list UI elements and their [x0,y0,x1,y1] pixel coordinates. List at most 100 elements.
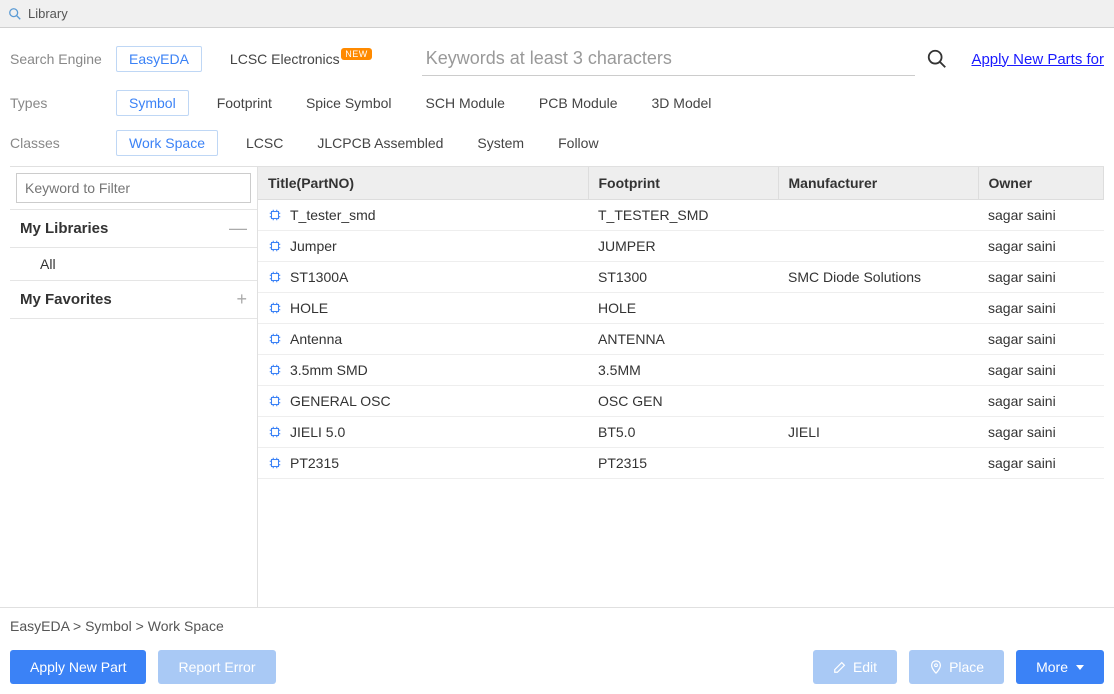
search-input[interactable] [422,42,916,76]
chip-icon [268,270,282,284]
table-row[interactable]: GENERAL OSC OSC GEN sagar saini [258,386,1104,417]
new-badge: NEW [341,48,372,60]
title-bar: Library [0,0,1114,28]
table-row[interactable]: AntennaANTENNAsagar saini [258,324,1104,355]
table-row[interactable]: ST1300AST1300SMC Diode Solutionssagar sa… [258,262,1104,293]
part-manufacturer [778,386,978,417]
part-footprint: T_TESTER_SMD [588,200,778,231]
apply-new-part-button[interactable]: Apply New Part [10,650,146,684]
place-label: Place [949,659,984,675]
type-spice-symbol[interactable]: Spice Symbol [300,91,398,115]
class-jlcpcb[interactable]: JLCPCB Assembled [311,131,449,155]
search-icon [8,7,22,21]
type-symbol[interactable]: Symbol [116,90,189,116]
part-footprint: ST1300 [588,262,778,293]
breadcrumb: EasyEDA > Symbol > Work Space [0,607,1114,644]
types-row: Types Symbol Footprint Spice Symbol SCH … [10,90,1104,116]
search-button[interactable] [923,45,951,73]
part-title: PT2315 [290,455,339,471]
sidebar-my-libraries-label: My Libraries [20,220,108,237]
table-row[interactable]: HOLEHOLEsagar saini [258,293,1104,324]
part-owner: sagar saini [978,417,1104,448]
parts-table: Title(PartNO) Footprint Manufacturer Own… [258,167,1104,479]
table-row[interactable]: JIELI 5.0 BT5.0JIELIsagar saini [258,417,1104,448]
part-manufacturer: SMC Diode Solutions [778,262,978,293]
class-lcsc[interactable]: LCSC [240,131,289,155]
apply-new-parts-link[interactable]: Apply New Parts for [971,51,1104,68]
place-button[interactable]: Place [909,650,1004,684]
sidebar-item-all[interactable]: All [10,248,257,280]
class-system[interactable]: System [471,131,530,155]
type-sch-module[interactable]: SCH Module [420,91,511,115]
type-footprint[interactable]: Footprint [211,91,278,115]
part-footprint: PT2315 [588,448,778,479]
table-row[interactable]: JumperJUMPERsagar saini [258,231,1104,262]
part-title: T_tester_smd [290,207,376,223]
types-label: Types [10,95,106,111]
part-footprint: BT5.0 [588,417,778,448]
part-footprint: HOLE [588,293,778,324]
part-title: Jumper [290,238,337,254]
chip-icon [268,394,282,408]
search-engine-label: Search Engine [10,51,106,67]
chip-icon [268,456,282,470]
part-title: 3.5mm SMD [290,362,368,378]
sidebar-my-favorites-label: My Favorites [20,291,112,308]
part-owner: sagar saini [978,262,1104,293]
window-title: Library [28,6,68,21]
class-follow[interactable]: Follow [552,131,604,155]
edit-label: Edit [853,659,877,675]
table-row[interactable]: PT2315 PT2315 sagar saini [258,448,1104,479]
table-row[interactable]: T_tester_smd T_TESTER_SMD sagar saini [258,200,1104,231]
part-owner: sagar saini [978,386,1104,417]
type-pcb-module[interactable]: PCB Module [533,91,624,115]
part-owner: sagar saini [978,231,1104,262]
part-title: JIELI 5.0 [290,424,345,440]
chip-icon [268,363,282,377]
search-engine-lcsc[interactable]: LCSC Electronics [224,47,340,71]
part-manufacturer [778,448,978,479]
part-manufacturer [778,293,978,324]
report-error-button[interactable]: Report Error [158,650,275,684]
collapse-icon: — [229,218,247,239]
pin-icon [929,660,943,674]
class-workspace[interactable]: Work Space [116,130,218,156]
table-row[interactable]: 3.5mm SMD3.5MMsagar saini [258,355,1104,386]
more-button[interactable]: More [1016,650,1104,684]
col-header-title[interactable]: Title(PartNO) [258,167,588,200]
col-header-manufacturer[interactable]: Manufacturer [778,167,978,200]
part-owner: sagar saini [978,448,1104,479]
part-footprint: OSC GEN [588,386,778,417]
type-3d-model[interactable]: 3D Model [646,91,718,115]
sidebar-filter-input[interactable] [16,173,251,203]
chip-icon [268,425,282,439]
part-title: HOLE [290,300,328,316]
search-engine-lcsc-wrap[interactable]: LCSC Electronics NEW [224,51,372,67]
part-manufacturer [778,355,978,386]
part-owner: sagar saini [978,324,1104,355]
pencil-icon [833,660,847,674]
sidebar: My Libraries — All My Favorites + [10,167,258,607]
part-manufacturer: JIELI [778,417,978,448]
chip-icon [268,239,282,253]
chip-icon [268,332,282,346]
part-owner: sagar saini [978,200,1104,231]
search-wrap: Apply New Parts for [422,42,1104,76]
more-label: More [1036,659,1068,675]
col-header-footprint[interactable]: Footprint [588,167,778,200]
chevron-down-icon [1076,665,1084,670]
parts-table-wrap: Title(PartNO) Footprint Manufacturer Own… [258,167,1104,607]
filters-panel: Search Engine EasyEDA LCSC Electronics N… [0,28,1114,160]
sidebar-my-libraries[interactable]: My Libraries — [10,209,257,248]
table-header-row: Title(PartNO) Footprint Manufacturer Own… [258,167,1104,200]
types-options: Symbol Footprint Spice Symbol SCH Module… [116,90,717,116]
search-engine-easyeda[interactable]: EasyEDA [116,46,202,72]
part-owner: sagar saini [978,355,1104,386]
part-title: GENERAL OSC [290,393,391,409]
col-header-owner[interactable]: Owner [978,167,1104,200]
sidebar-my-favorites[interactable]: My Favorites + [10,280,257,319]
classes-label: Classes [10,135,106,151]
report-error-label: Report Error [178,659,255,675]
edit-button[interactable]: Edit [813,650,897,684]
search-engine-options: EasyEDA LCSC Electronics NEW [116,46,372,72]
